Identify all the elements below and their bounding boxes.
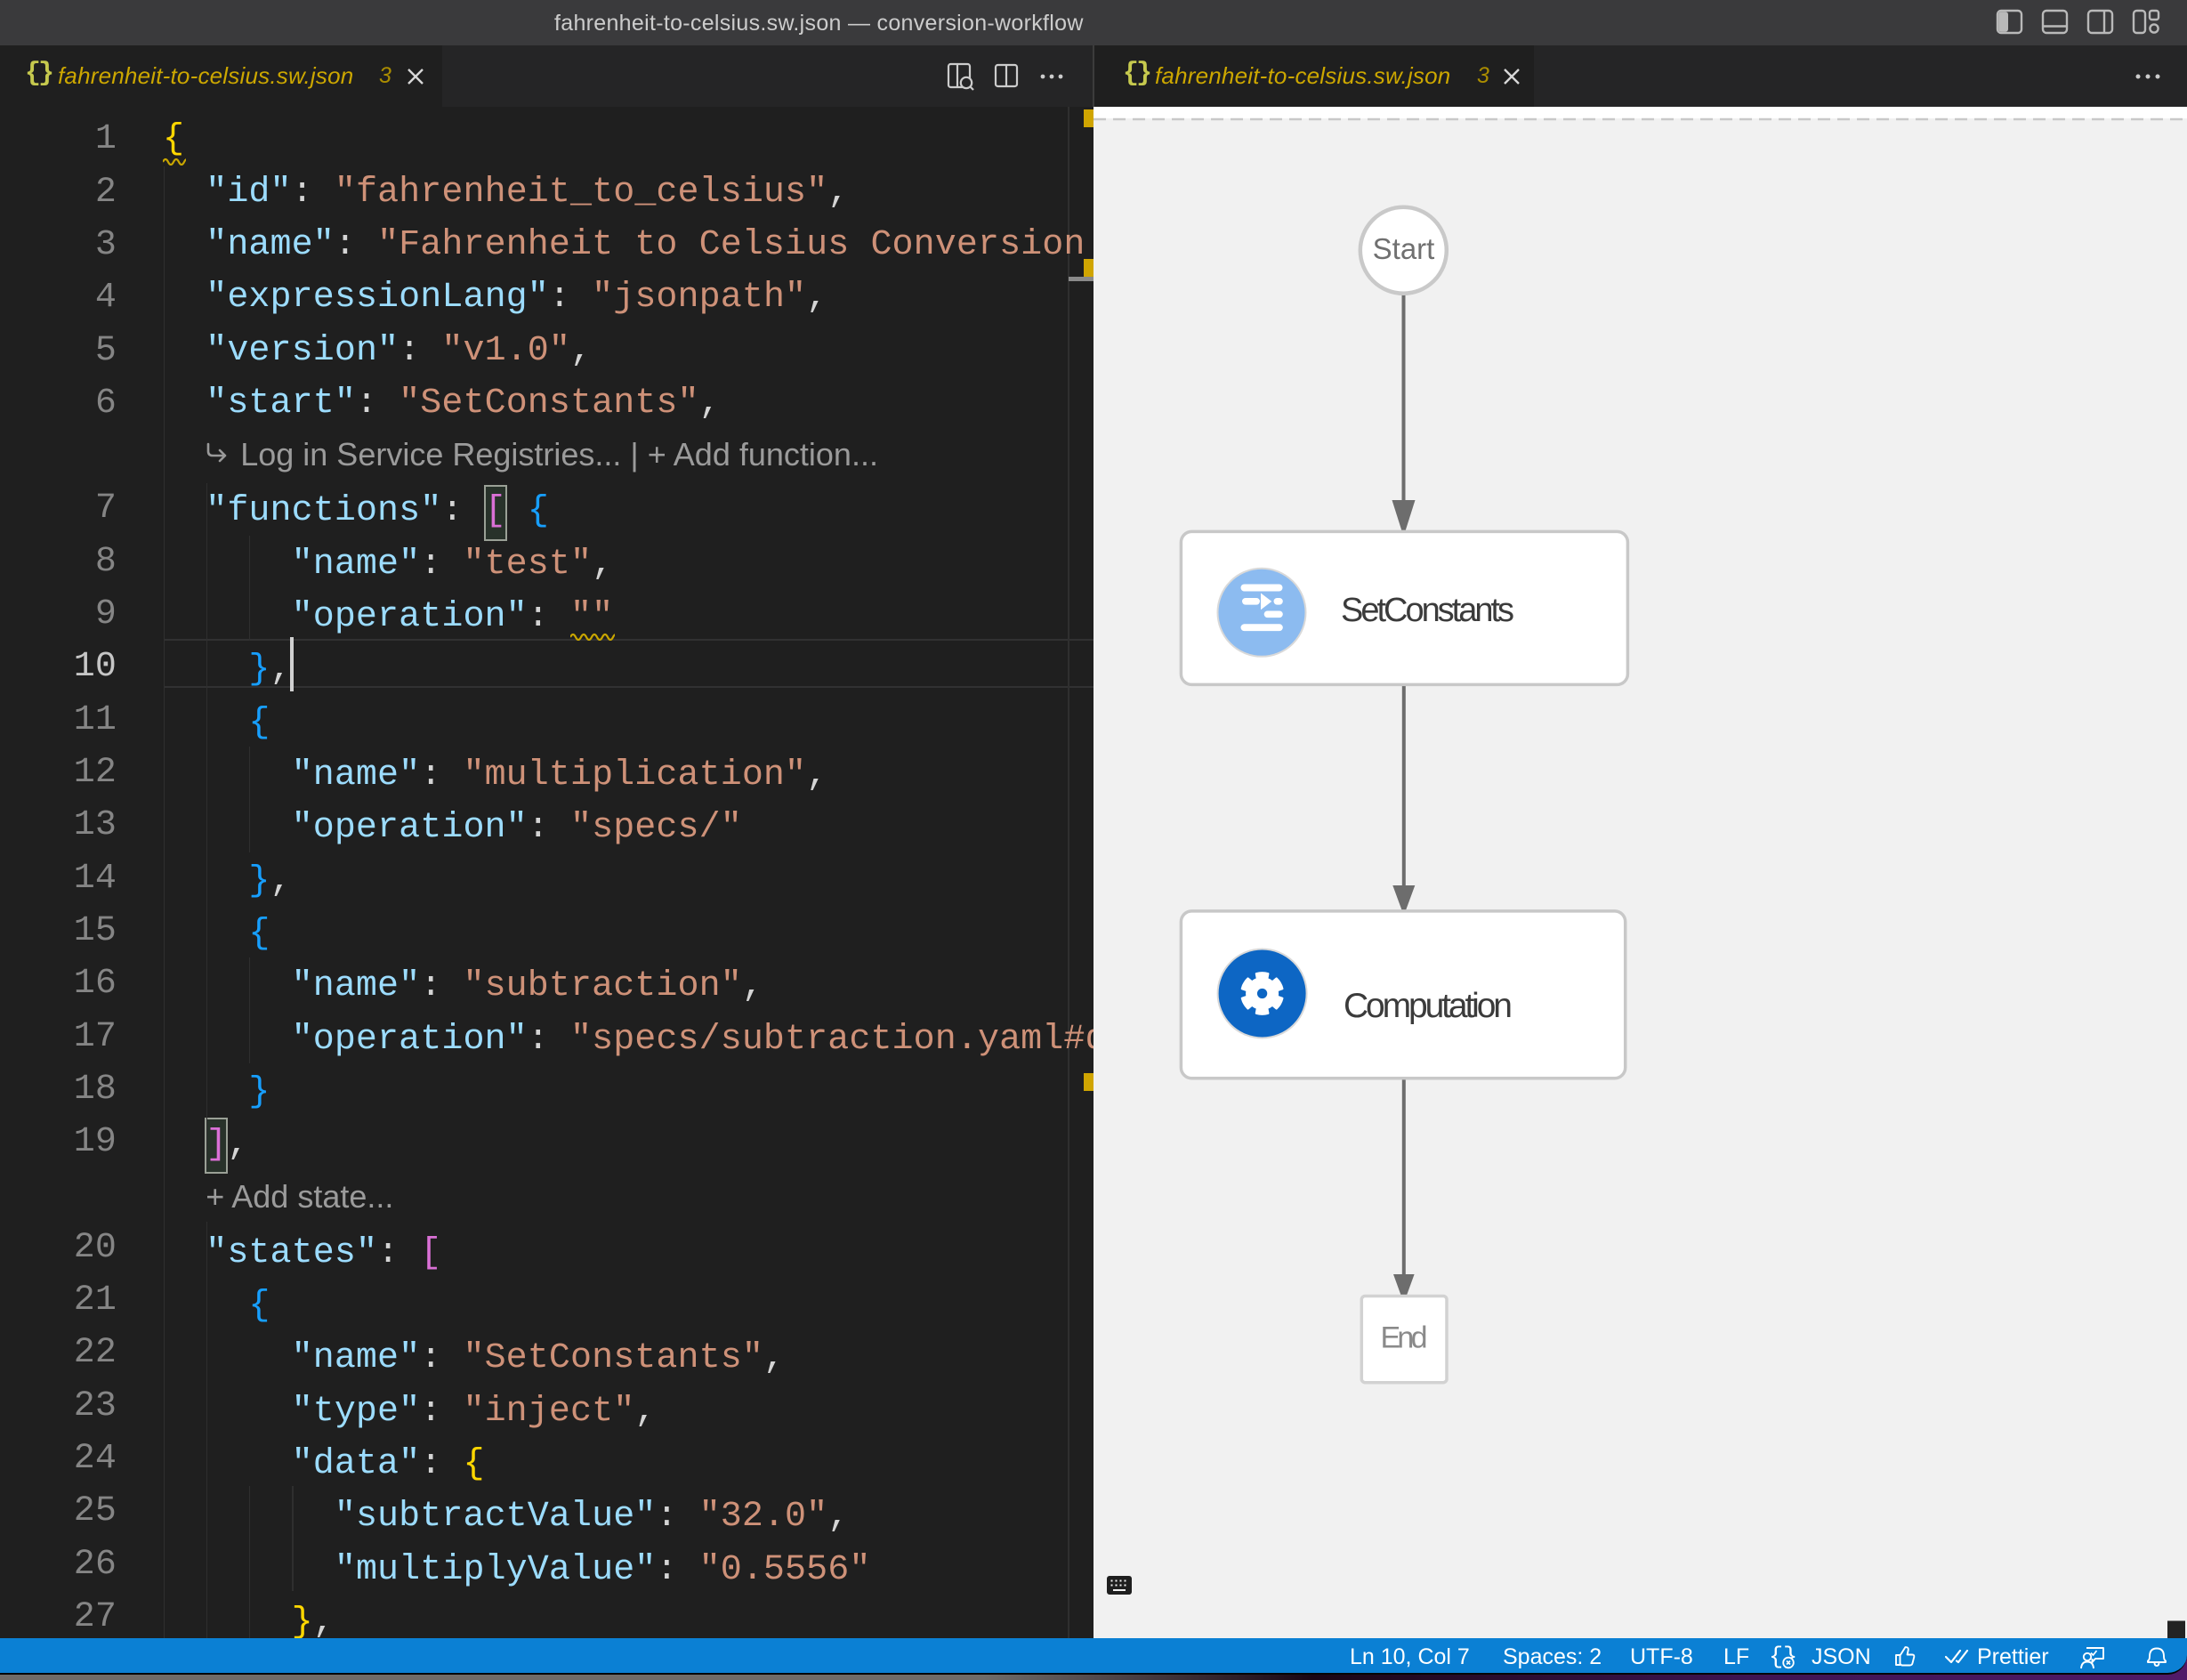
svg-text:Computation: Computation bbox=[1344, 987, 1513, 1025]
svg-text:{: { bbox=[1769, 1644, 1783, 1670]
svg-text:SetConstants: SetConstants bbox=[1341, 592, 1514, 629]
svg-text:End: End bbox=[1381, 1321, 1428, 1355]
svg-text:Start: Start bbox=[1373, 232, 1435, 265]
